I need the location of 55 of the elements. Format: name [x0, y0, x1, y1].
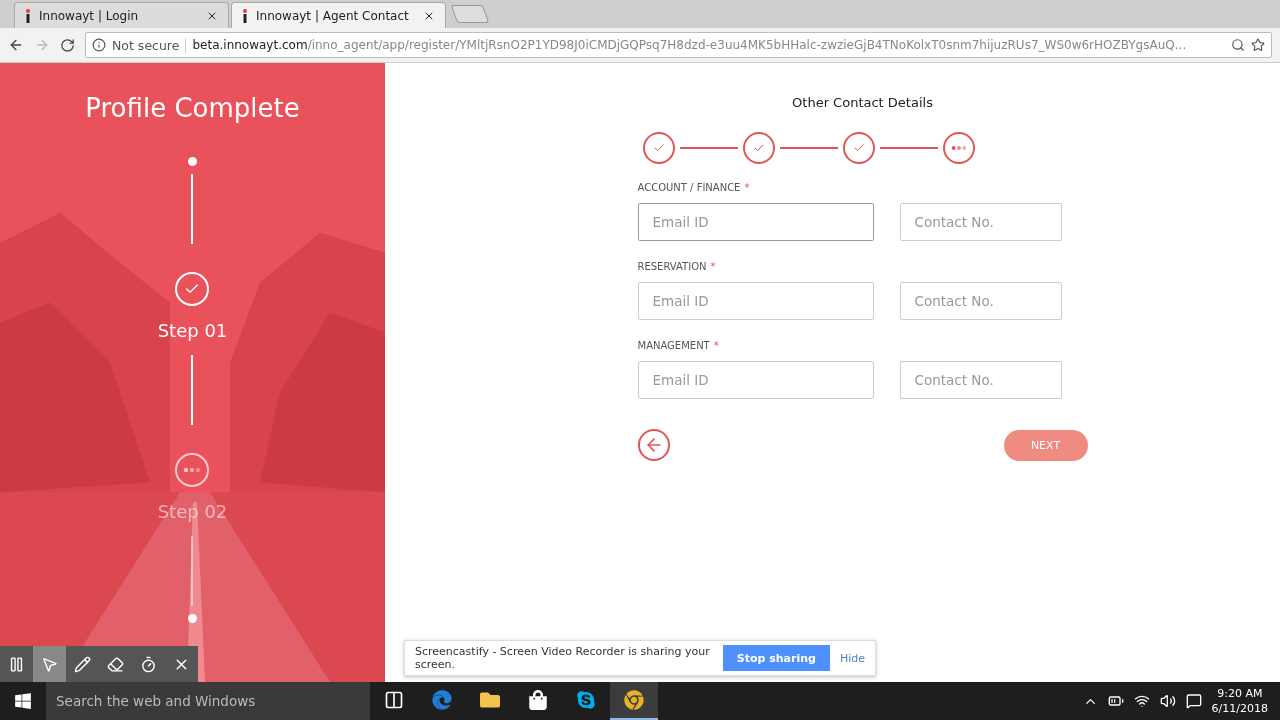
- check-icon: [852, 142, 865, 154]
- check-icon: [752, 142, 765, 154]
- address-bar[interactable]: Not secure beta.innowayt.com/inno_agent/app/register/YMltjRsnO2P1YD98J0iCMDjGQPsq7H8dzd-e3uu4MK5bHHalc-zwzieGjB4TNoKolxT0snm7hijuzRUs7_WS0w6rHOZBYgsAuQ...: [85, 32, 1272, 58]
- bookmark-star-icon[interactable]: [1251, 38, 1265, 52]
- clock-time: 9:20 AM: [1217, 686, 1263, 701]
- edge-icon: [432, 690, 452, 710]
- folder-icon: [480, 690, 500, 710]
- clock-date: 6/11/2018: [1211, 701, 1268, 716]
- email-field[interactable]: Email ID: [637, 203, 874, 241]
- eraser-icon: [107, 655, 124, 673]
- chrome-icon: [624, 690, 644, 710]
- clock[interactable]: 9:20 AM 6/11/2018: [1211, 686, 1268, 716]
- skype-icon: [576, 690, 596, 710]
- back-button[interactable]: [637, 429, 670, 461]
- taskbar-search-field[interactable]: Search the web and Windows: [46, 682, 370, 720]
- dots-icon: [950, 145, 967, 151]
- dots-icon: [182, 467, 203, 473]
- store-icon: [528, 690, 548, 710]
- volume-icon[interactable]: [1159, 693, 1176, 709]
- check-icon: [652, 142, 665, 154]
- contact-field[interactable]: Contact No.: [899, 361, 1062, 399]
- field-label: ACCOUNT / FINANCE *: [637, 182, 751, 193]
- battery-icon[interactable]: [1107, 693, 1124, 709]
- field-label: MANAGEMENT *: [637, 340, 720, 351]
- email-field[interactable]: Email ID: [637, 282, 874, 320]
- info-icon: [92, 38, 106, 52]
- field-label: RESERVATION *: [637, 261, 717, 272]
- site-logo-icon: [242, 8, 248, 23]
- form-heading: Other Contact Details: [791, 95, 934, 110]
- search-icon[interactable]: [1231, 38, 1245, 52]
- security-label: Not secure: [112, 37, 187, 53]
- wifi-icon[interactable]: [1133, 693, 1150, 709]
- browser-tab[interactable]: Innowayt | Agent Contact: [231, 2, 446, 28]
- hide-link[interactable]: Hide: [839, 651, 865, 665]
- reload-icon[interactable]: [60, 37, 75, 53]
- timer-icon: [140, 655, 157, 673]
- site-logo-icon: [25, 8, 31, 23]
- url-text: beta.innowayt.com/inno_agent/app/register/YMltjRsnO2P1YD98J0iCMDjGQPsq7H8dzd-e3uu4MK5bHHalc-zwzieGjB4TNoKolxT0snm7hijuzRUs7_WS0w6rHOZBYgsAuQ...: [192, 38, 1188, 52]
- step-label: Step 01: [157, 320, 228, 341]
- browser-tab[interactable]: Innowayt | Login: [14, 2, 229, 28]
- step-dot: [188, 614, 197, 623]
- sharing-message: Screencastify - Screen Video Recorder is sharing your screen.: [415, 645, 711, 671]
- pointer-icon: [41, 655, 58, 673]
- windows-logo-icon: [14, 692, 32, 710]
- notification-icon[interactable]: [1185, 693, 1202, 709]
- task-view-icon: [384, 690, 404, 710]
- contact-field[interactable]: Contact No.: [899, 203, 1062, 241]
- email-field[interactable]: Email ID: [637, 361, 874, 399]
- page-title: Profile Complete: [85, 93, 300, 123]
- step-dot: [188, 157, 197, 166]
- pen-icon: [74, 655, 91, 673]
- step-label: Step 02: [157, 501, 228, 522]
- back-icon[interactable]: [8, 37, 24, 53]
- contact-field[interactable]: Contact No.: [899, 282, 1062, 320]
- pause-icon: [8, 655, 25, 673]
